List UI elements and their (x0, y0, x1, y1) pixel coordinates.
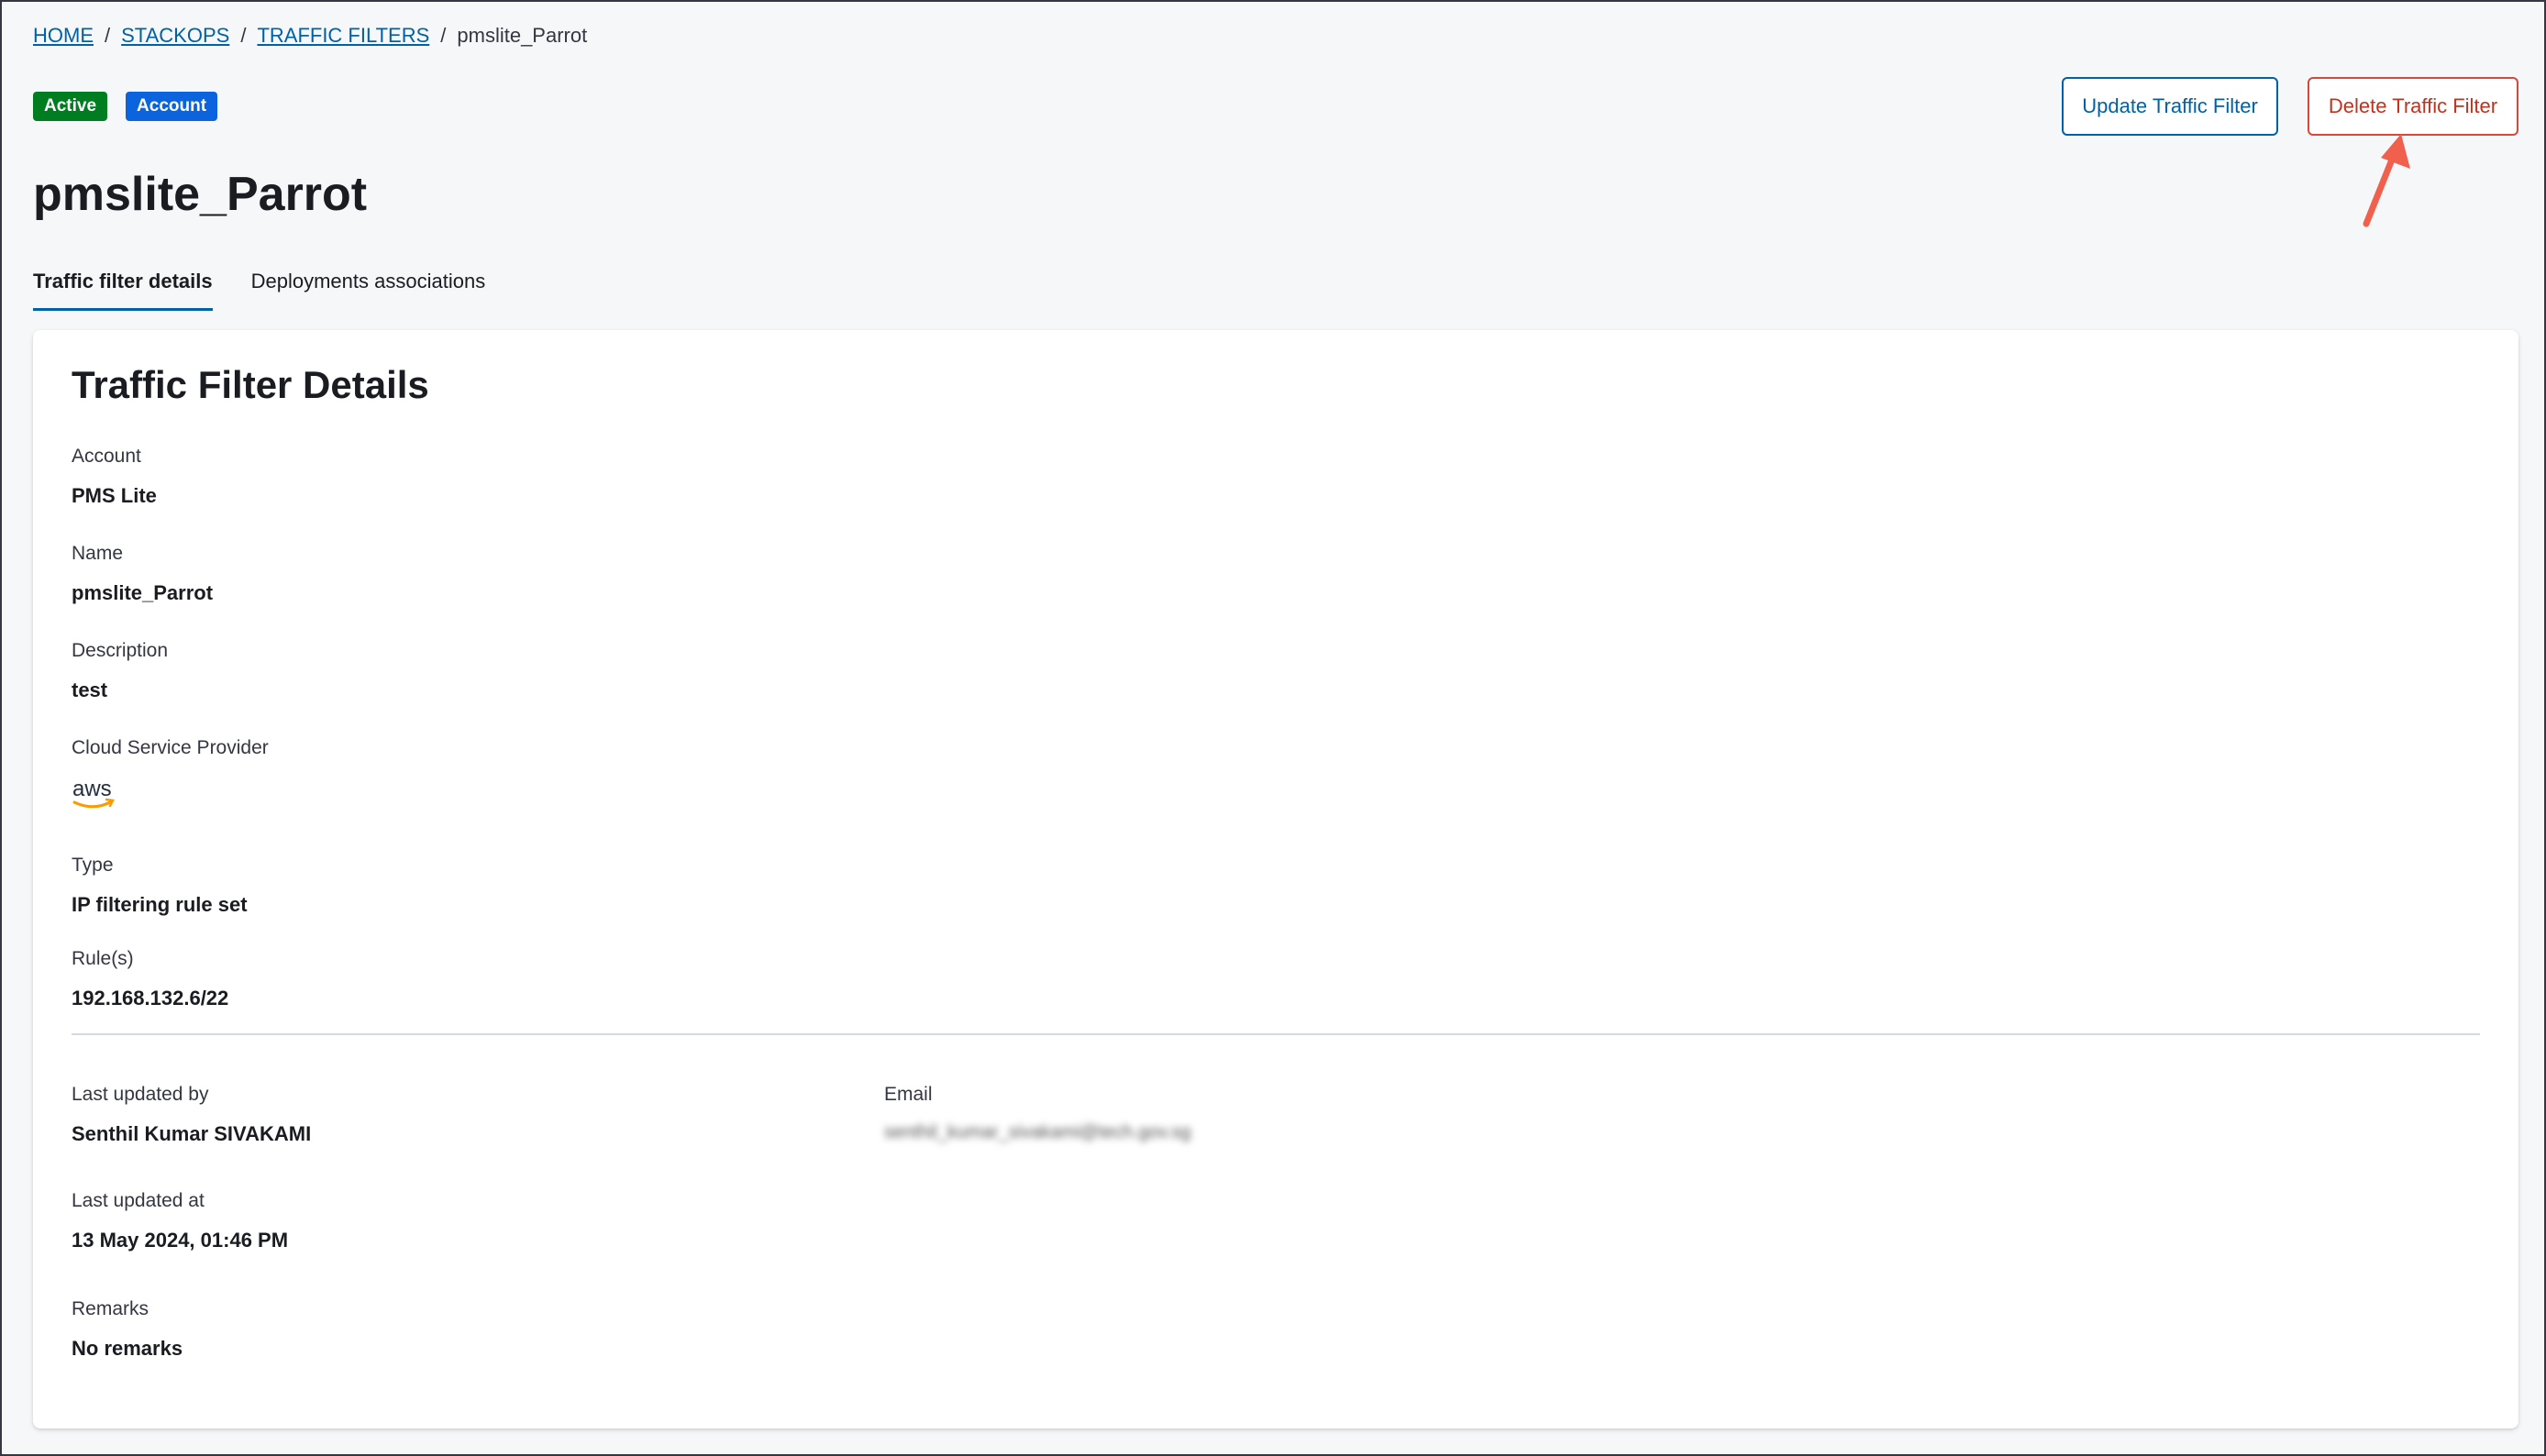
breadcrumb-stackops[interactable]: STACKOPS (121, 24, 229, 48)
field-rules: Rule(s) 192.168.132.6/22 (72, 948, 228, 1010)
breadcrumb-current: pmslite_Parrot (457, 24, 588, 47)
field-remarks: Remarks No remarks (72, 1298, 183, 1361)
tab-traffic-filter-details[interactable]: Traffic filter details (33, 270, 213, 311)
field-value: No remarks (72, 1337, 183, 1360)
aws-logo-icon: aws (72, 777, 115, 809)
panel-title: Traffic Filter Details (72, 363, 429, 406)
field-value: test (72, 678, 108, 701)
field-email: Email senthil_kumar_sivakami@tech.gov.sg (884, 1084, 1191, 1143)
breadcrumb-separator: / (240, 24, 247, 47)
breadcrumb-home[interactable]: HOME (33, 24, 94, 48)
field-label: Rule(s) (72, 948, 134, 969)
field-value: 192.168.132.6/22 (72, 987, 229, 1009)
field-label: Email (884, 1084, 933, 1105)
field-cloud-service-provider: Cloud Service Provider aws (72, 737, 269, 819)
field-label: Name (72, 543, 124, 564)
field-value: Senthil Kumar SIVAKAMI (72, 1122, 312, 1145)
delete-traffic-filter-button[interactable]: Delete Traffic Filter (2308, 77, 2518, 136)
breadcrumb: HOME / STACKOPS / TRAFFIC FILTERS / pmsl… (33, 24, 587, 48)
page-title: pmslite_Parrot (33, 168, 368, 221)
field-name: Name pmslite_Parrot (72, 543, 213, 605)
section-divider (72, 1033, 2480, 1035)
breadcrumb-separator: / (105, 24, 111, 47)
page-frame: HOME / STACKOPS / TRAFFIC FILTERS / pmsl… (0, 0, 2546, 1456)
status-badges: Active Account (33, 92, 218, 121)
tab-deployments-associations[interactable]: Deployments associations (251, 270, 486, 311)
update-traffic-filter-button[interactable]: Update Traffic Filter (2062, 77, 2278, 136)
field-description: Description test (72, 640, 168, 702)
traffic-filter-details-panel: Traffic Filter Details Account PMS Lite … (33, 330, 2518, 1428)
field-last-updated-by: Last updated by Senthil Kumar SIVAKAMI (72, 1084, 311, 1146)
field-value: PMS Lite (72, 484, 157, 507)
field-label: Cloud Service Provider (72, 737, 269, 758)
field-label: Remarks (72, 1298, 149, 1319)
aws-logo-text: aws (72, 778, 112, 801)
field-type: Type IP filtering rule set (72, 855, 248, 917)
field-last-updated-at: Last updated at 13 May 2024, 01:46 PM (72, 1190, 288, 1252)
field-label: Type (72, 855, 114, 876)
field-label: Account (72, 446, 141, 467)
field-value: 13 May 2024, 01:46 PM (72, 1229, 289, 1252)
field-label: Last updated at (72, 1190, 205, 1211)
annotation-arrow-icon (2363, 134, 2410, 227)
field-value: IP filtering rule set (72, 893, 248, 916)
field-account: Account PMS Lite (72, 446, 157, 508)
status-badge-active: Active (33, 92, 108, 121)
field-value: pmslite_Parrot (72, 581, 214, 604)
field-label: Last updated by (72, 1084, 209, 1105)
field-value-blurred: senthil_kumar_sivakami@tech.gov.sg (884, 1122, 1191, 1142)
scope-badge-account: Account (126, 92, 218, 121)
field-label: Description (72, 640, 169, 661)
breadcrumb-traffic-filters[interactable]: TRAFFIC FILTERS (257, 24, 429, 48)
breadcrumb-separator: / (440, 24, 447, 47)
tab-bar: Traffic filter details Deployments assoc… (33, 270, 485, 311)
